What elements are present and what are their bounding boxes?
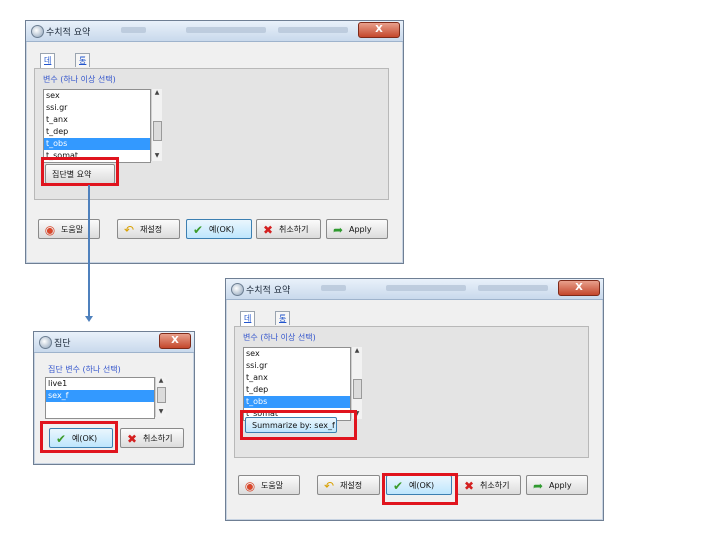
listbox-scrollbar[interactable]: ▲ ▼	[151, 89, 162, 161]
tab-statistics[interactable]: 통계	[275, 311, 291, 336]
close-button[interactable]: X	[358, 22, 400, 38]
scroll-thumb[interactable]	[353, 379, 362, 399]
scroll-up-icon[interactable]: ▲	[152, 89, 162, 97]
scroll-down-icon[interactable]: ▼	[152, 152, 162, 160]
checkmark-icon: ✔	[192, 223, 204, 237]
list-item[interactable]: t_dep	[244, 384, 350, 396]
apply-arrow-icon: ➦	[532, 479, 544, 493]
connector-arrow-icon	[85, 316, 93, 322]
background-title-blur	[478, 285, 548, 291]
title-bar[interactable]: 수치적 요약 X	[26, 21, 403, 42]
help-button[interactable]: ◉ 도움말	[238, 475, 300, 495]
title-bar[interactable]: 집단 X	[34, 332, 194, 353]
x-cross-icon: ✖	[463, 479, 475, 493]
window-title: 집단	[54, 339, 71, 349]
list-item[interactable]: t_dep	[44, 126, 150, 138]
list-item[interactable]: ssi.gr	[244, 360, 350, 372]
r-logo-icon	[231, 283, 244, 296]
cancel-button[interactable]: ✖ 취소하기	[120, 428, 184, 448]
list-item[interactable]: t_anx	[44, 114, 150, 126]
title-bar[interactable]: 수치적 요약 X	[226, 279, 603, 300]
list-item-selected[interactable]: t_obs	[44, 138, 150, 150]
x-cross-icon: ✖	[262, 223, 274, 237]
variable-listbox[interactable]: sex ssi.gr t_anx t_dep t_obs t_somat	[43, 89, 151, 163]
scroll-thumb[interactable]	[153, 121, 162, 141]
apply-button[interactable]: ➦ Apply	[326, 219, 388, 239]
cancel-button[interactable]: ✖ 취소하기	[457, 475, 521, 495]
cancel-button[interactable]: ✖ 취소하기	[256, 219, 321, 239]
apply-label: Apply	[349, 225, 372, 234]
connector-line	[88, 185, 90, 317]
reset-label: 재설정	[340, 481, 363, 490]
apply-button[interactable]: ➦ Apply	[526, 475, 588, 495]
background-title-blur	[321, 285, 346, 291]
lifebuoy-icon: ◉	[44, 223, 56, 237]
group-variable-label: 집단 변수 (하나 선택)	[48, 365, 121, 374]
cancel-label: 취소하기	[480, 481, 510, 490]
lifebuoy-icon: ◉	[244, 479, 256, 493]
reset-button[interactable]: ↶ 재설정	[117, 219, 180, 239]
r-logo-icon	[39, 336, 52, 349]
variables-group-label: 변수 (하나 이상 선택)	[43, 75, 116, 84]
tab-data[interactable]: 데이터	[240, 311, 256, 349]
x-cross-icon: ✖	[126, 432, 138, 446]
group-dialog-window: 집단 X 집단 변수 (하나 선택) live1 sex_f ▲ ▼ ✔ 예(O…	[33, 331, 195, 465]
list-item[interactable]: live1	[46, 378, 154, 390]
undo-arrow-icon: ↶	[323, 479, 335, 493]
tab-statistics[interactable]: 통계	[75, 53, 91, 78]
background-title-blur	[186, 27, 266, 33]
apply-label: Apply	[549, 481, 572, 490]
list-item[interactable]: t_anx	[244, 372, 350, 384]
background-title-blur	[386, 285, 466, 291]
list-item-selected[interactable]: t_obs	[244, 396, 350, 408]
reset-label: 재설정	[140, 225, 163, 234]
highlight-box	[40, 421, 118, 453]
close-button[interactable]: X	[558, 280, 600, 296]
help-label: 도움말	[61, 225, 84, 234]
help-button[interactable]: ◉ 도움말	[38, 219, 100, 239]
variables-group-label: 변수 (하나 이상 선택)	[243, 333, 316, 342]
listbox-scrollbar[interactable]: ▲ ▼	[155, 377, 166, 417]
reset-button[interactable]: ↶ 재설정	[317, 475, 380, 495]
scroll-up-icon[interactable]: ▲	[156, 377, 166, 385]
undo-arrow-icon: ↶	[123, 223, 135, 237]
r-logo-icon	[31, 25, 44, 38]
list-item[interactable]: sex	[244, 348, 350, 360]
list-item-selected[interactable]: sex_f	[46, 390, 154, 402]
scroll-thumb[interactable]	[157, 387, 166, 403]
highlight-box	[240, 410, 357, 440]
scroll-up-icon[interactable]: ▲	[352, 347, 362, 355]
list-item[interactable]: ssi.gr	[44, 102, 150, 114]
background-title-blur	[278, 27, 348, 33]
close-button[interactable]: X	[159, 333, 191, 349]
scroll-down-icon[interactable]: ▼	[156, 408, 166, 416]
cancel-label: 취소하기	[143, 434, 173, 443]
window-title: 수치적 요약	[46, 28, 91, 38]
ok-button[interactable]: ✔ 예(OK)	[186, 219, 252, 239]
numerical-summary-window-result: 수치적 요약 X 데이터 통계 변수 (하나 이상 선택) sex ssi.gr…	[225, 278, 604, 521]
group-variable-listbox[interactable]: live1 sex_f	[45, 377, 155, 419]
apply-arrow-icon: ➦	[332, 223, 344, 237]
list-item[interactable]: sex	[44, 90, 150, 102]
cancel-label: 취소하기	[279, 225, 309, 234]
background-title-blur	[121, 27, 146, 33]
numerical-summary-window: 수치적 요약 X 데이터 통계 변수 (하나 이상 선택) sex ssi.gr…	[25, 20, 404, 264]
ok-label: 예(OK)	[209, 225, 235, 234]
window-title: 수치적 요약	[246, 286, 291, 296]
tab-data[interactable]: 데이터	[40, 53, 56, 91]
help-label: 도움말	[261, 481, 284, 490]
highlight-box	[382, 473, 458, 505]
highlight-box	[41, 157, 119, 186]
listbox-scrollbar[interactable]: ▲ ▼	[351, 347, 362, 419]
